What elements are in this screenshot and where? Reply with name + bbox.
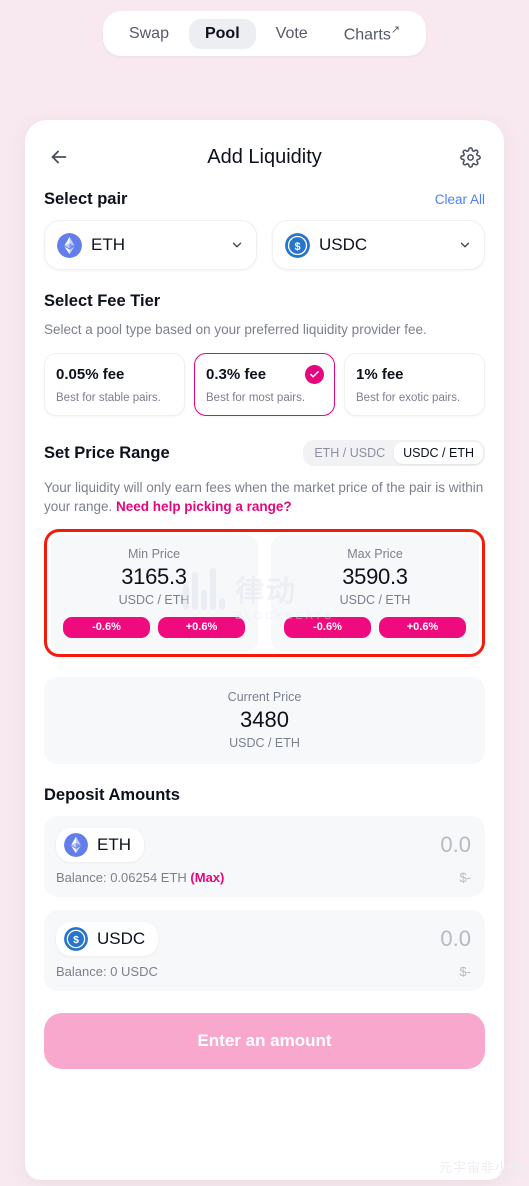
price-range-note: Your liquidity will only earn fees when … bbox=[44, 478, 485, 516]
toggle-eth-usdc[interactable]: ETH / USDC bbox=[305, 442, 394, 464]
max-price-card: Max Price 3590.3 USDC / ETH -0.6% +0.6% bbox=[271, 534, 479, 651]
price-pair-toggle: ETH / USDC USDC / ETH bbox=[303, 440, 485, 467]
current-price-label: Current Price bbox=[227, 689, 302, 704]
max-price-steppers: -0.6% +0.6% bbox=[284, 616, 466, 638]
deposit-balance-usdc: Balance: 0 USDC bbox=[56, 963, 158, 979]
deposit-usd-value-usdc: $- bbox=[459, 963, 471, 979]
enter-amount-button[interactable]: Enter an amount bbox=[44, 1012, 485, 1069]
current-price-pair: USDC / ETH bbox=[229, 735, 300, 750]
need-help-link[interactable]: Need help picking a range? bbox=[116, 499, 292, 514]
min-price-label: Min Price bbox=[127, 546, 181, 561]
select-pair-title: Select pair bbox=[44, 190, 128, 208]
nav-item-vote[interactable]: Vote bbox=[260, 19, 324, 49]
nav-item-swap[interactable]: Swap bbox=[113, 19, 185, 49]
nav-item-pool[interactable]: Pool bbox=[188, 18, 256, 49]
add-liquidity-card: Add Liquidity Select pair Clear All ETH bbox=[25, 120, 504, 1180]
token-selector-usdc[interactable]: $ USDC bbox=[272, 220, 485, 270]
deposit-amounts-title: Deposit Amounts bbox=[44, 785, 180, 804]
fee-tier-subtitle: Select a pool type based on your preferr… bbox=[44, 322, 427, 337]
page-title: Add Liquidity bbox=[207, 145, 322, 168]
max-price-increment[interactable]: +0.6% bbox=[379, 616, 466, 638]
chevron-down-icon bbox=[232, 242, 242, 248]
max-price-pair: USDC / ETH bbox=[339, 592, 411, 607]
price-range-highlight: Min Price 3165.3 USDC / ETH -0.6% +0.6% … bbox=[44, 528, 485, 657]
deposit-amount-input-eth[interactable]: 0.0 bbox=[440, 832, 471, 858]
usdc-icon: $ bbox=[285, 232, 310, 258]
min-price-increment[interactable]: +0.6% bbox=[158, 616, 245, 638]
usdc-icon: $ bbox=[64, 926, 88, 951]
max-price-label: Max Price bbox=[347, 546, 403, 561]
deposit-usd-value-eth: $- bbox=[459, 869, 471, 885]
max-price-value[interactable]: 3590.3 bbox=[284, 564, 466, 590]
toggle-usdc-eth[interactable]: USDC / ETH bbox=[394, 442, 483, 465]
current-price-card: Current Price 3480 USDC / ETH bbox=[44, 676, 485, 764]
deposit-row-usdc: $ USDC 0.0 Balance: 0 USDC $- bbox=[44, 909, 485, 991]
fee-description: Best for exotic pairs. bbox=[356, 392, 461, 405]
fee-option-005[interactable]: 0.05% fee Best for stable pairs. bbox=[44, 353, 185, 417]
settings-button[interactable] bbox=[455, 142, 485, 172]
balance-text: Balance: 0.06254 ETH bbox=[56, 869, 191, 885]
ethereum-icon bbox=[57, 232, 82, 258]
fee-description: Best for most pairs. bbox=[206, 392, 306, 405]
max-button-eth[interactable]: (Max) bbox=[190, 870, 224, 885]
select-pair-header: Select pair Clear All bbox=[44, 190, 485, 209]
deposit-row-top: ETH 0.0 bbox=[56, 827, 471, 862]
nav-label-pool: Pool bbox=[204, 24, 240, 42]
nav-label-charts: Charts bbox=[343, 26, 391, 44]
svg-text:$: $ bbox=[294, 240, 300, 252]
price-range-title: Set Price Range bbox=[44, 443, 170, 462]
deposit-row-top: $ USDC 0.0 bbox=[56, 921, 471, 956]
fee-tier-options: 0.05% fee Best for stable pairs. 0.3% fe… bbox=[44, 353, 485, 417]
fee-amount: 1% fee bbox=[356, 366, 404, 384]
check-icon bbox=[310, 371, 319, 378]
svg-text:$: $ bbox=[73, 934, 79, 946]
pair-selectors: ETH $ USDC bbox=[44, 220, 485, 270]
deposit-token-chip-usdc[interactable]: $ USDC bbox=[56, 921, 159, 956]
min-price-steppers: -0.6% +0.6% bbox=[63, 616, 245, 638]
min-price-value[interactable]: 3165.3 bbox=[63, 564, 245, 590]
min-price-decrement[interactable]: -0.6% bbox=[63, 616, 150, 638]
token-symbol-usdc: USDC bbox=[319, 235, 368, 254]
deposit-row-bottom: Balance: 0 USDC $- bbox=[56, 964, 471, 979]
nav-pill: Swap Pool Vote Charts↗ bbox=[102, 11, 427, 57]
min-price-card: Min Price 3165.3 USDC / ETH -0.6% +0.6% bbox=[50, 534, 258, 651]
card-header: Add Liquidity bbox=[44, 140, 485, 174]
nav-item-charts[interactable]: Charts↗ bbox=[328, 17, 416, 50]
fee-amount: 0.05% fee bbox=[56, 366, 125, 384]
deposit-token-symbol: USDC bbox=[97, 928, 146, 948]
token-selector-eth[interactable]: ETH bbox=[44, 220, 257, 270]
external-link-icon: ↗ bbox=[390, 24, 401, 36]
max-price-decrement[interactable]: -0.6% bbox=[284, 616, 371, 638]
deposit-row-eth: ETH 0.0 Balance: 0.06254 ETH (Max) $- bbox=[44, 815, 485, 897]
current-price-value: 3480 bbox=[240, 706, 289, 732]
clear-all-button[interactable]: Clear All bbox=[435, 192, 485, 207]
nav-label-vote: Vote bbox=[275, 24, 308, 42]
price-range-header: Set Price Range ETH / USDC USDC / ETH bbox=[44, 440, 485, 467]
nav-label-swap: Swap bbox=[128, 24, 169, 42]
deposit-token-chip-eth[interactable]: ETH bbox=[56, 827, 144, 862]
fee-option-03[interactable]: 0.3% fee Best for most pairs. bbox=[194, 353, 335, 417]
chevron-down-icon bbox=[460, 242, 470, 248]
arrow-left-icon bbox=[51, 150, 67, 164]
fee-tier-title: Select Fee Tier bbox=[44, 292, 161, 310]
fee-option-1[interactable]: 1% fee Best for exotic pairs. bbox=[344, 353, 485, 417]
deposit-balance-eth: Balance: 0.06254 ETH (Max) bbox=[56, 870, 224, 885]
min-max-row: Min Price 3165.3 USDC / ETH -0.6% +0.6% … bbox=[50, 534, 479, 651]
fee-description: Best for stable pairs. bbox=[56, 392, 161, 405]
deposit-amount-input-usdc[interactable]: 0.0 bbox=[440, 926, 471, 952]
min-price-pair: USDC / ETH bbox=[118, 592, 190, 607]
back-button[interactable] bbox=[44, 142, 74, 172]
gear-icon bbox=[459, 146, 481, 168]
deposit-row-bottom: Balance: 0.06254 ETH (Max) $- bbox=[56, 870, 471, 885]
deposit-token-symbol: ETH bbox=[97, 834, 131, 854]
ethereum-icon bbox=[64, 832, 88, 857]
token-symbol-eth: ETH bbox=[91, 235, 125, 254]
top-navigation: Swap Pool Vote Charts↗ bbox=[0, 11, 529, 57]
